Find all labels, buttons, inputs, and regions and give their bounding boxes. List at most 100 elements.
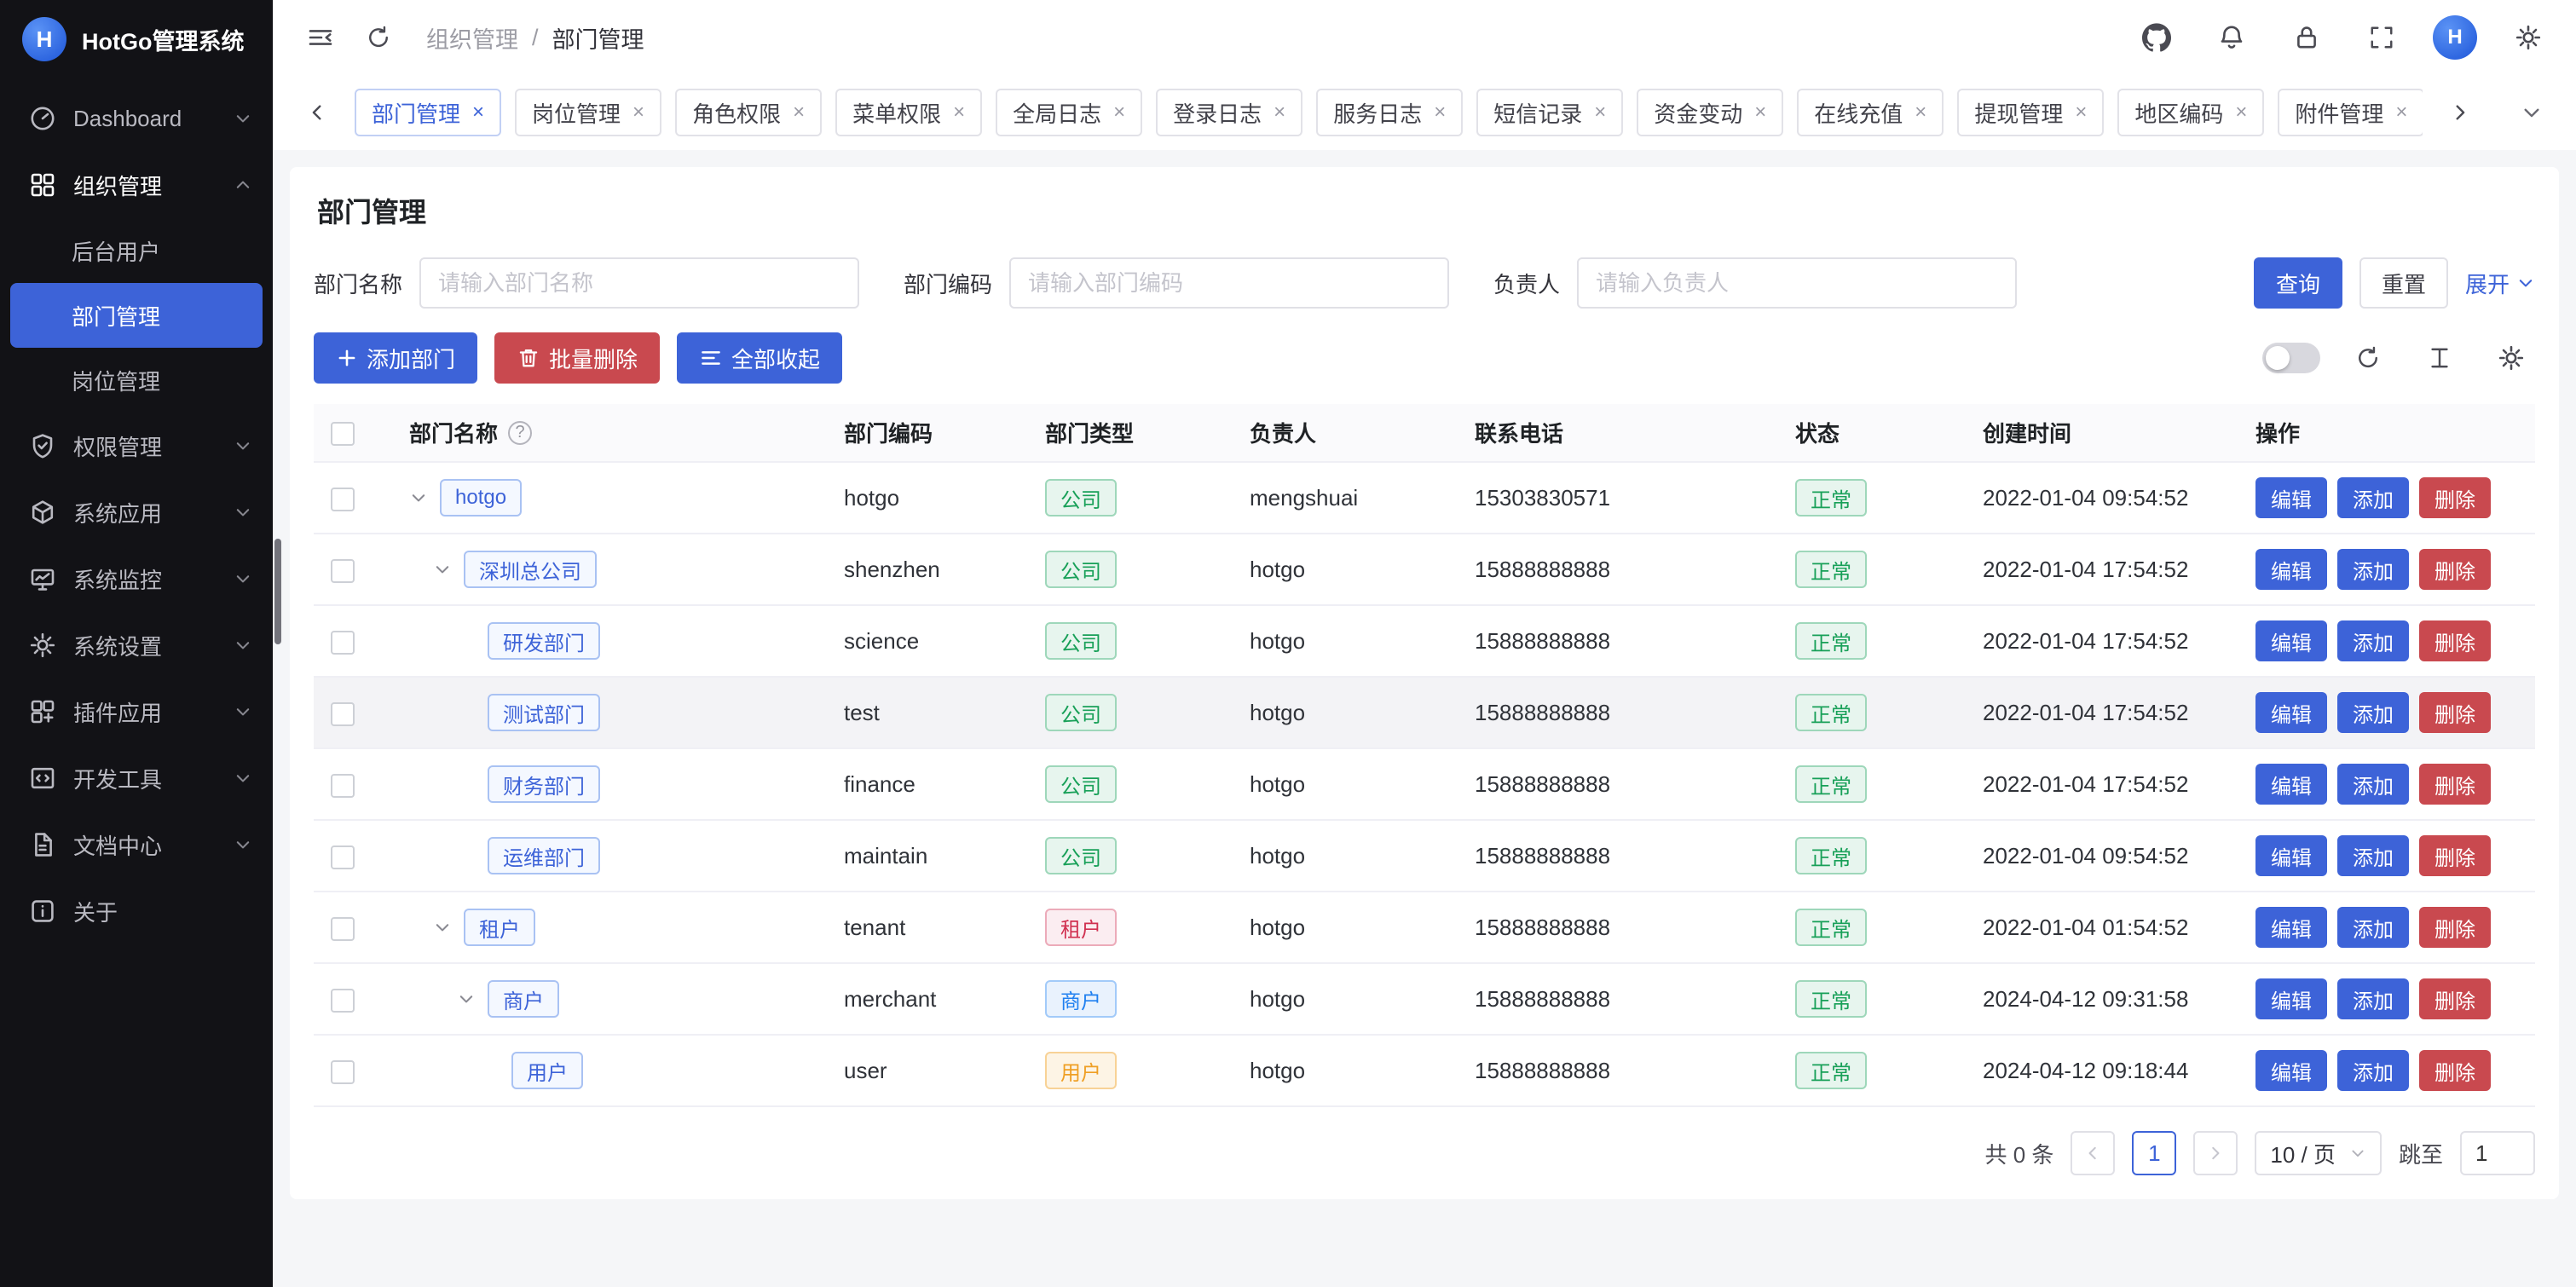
tab[interactable]: 全局日志 × [996, 89, 1142, 136]
tab[interactable]: 岗位管理 × [515, 89, 661, 136]
table-row[interactable]: 租户 tenant 租户 hotgo 15888888888 正常 2022-0… [314, 892, 2535, 963]
batch-delete-button[interactable]: 批量删除 [494, 332, 660, 384]
notification-bell-icon[interactable] [2208, 14, 2255, 61]
table-row[interactable]: hotgo hotgo 公司 mengshuai 15303830571 正常 … [314, 462, 2535, 534]
sidebar-item-backend-users[interactable]: 后台用户 [10, 218, 263, 283]
tab-close-icon[interactable]: × [1591, 101, 1609, 124]
sidebar-item-plugins[interactable]: 插件应用 [0, 678, 273, 745]
row-checkbox[interactable] [331, 774, 355, 798]
sidebar-item-post-mgmt[interactable]: 岗位管理 [10, 348, 263, 413]
search-button[interactable]: 查询 [2254, 257, 2342, 309]
tab-close-icon[interactable]: × [2392, 101, 2411, 124]
sidebar-item-dashboard[interactable]: Dashboard [0, 85, 273, 152]
tab-close-icon[interactable]: × [1751, 101, 1770, 124]
reset-button[interactable]: 重置 [2359, 257, 2448, 309]
table-row[interactable]: 深圳总公司 shenzhen 公司 hotgo 15888888888 正常 2… [314, 534, 2535, 605]
tab[interactable]: 服务日志 × [1316, 89, 1463, 136]
add-button[interactable]: 添加 [2337, 1050, 2409, 1091]
edit-button[interactable]: 编辑 [2255, 692, 2327, 733]
help-icon[interactable]: ? [508, 421, 532, 445]
expand-filters-toggle[interactable]: 展开 [2465, 268, 2535, 299]
tree-expand-icon[interactable] [409, 488, 440, 507]
edit-button[interactable]: 编辑 [2255, 907, 2327, 948]
dept-name-tag[interactable]: 测试部门 [488, 694, 600, 731]
sidebar-item-about[interactable]: 关于 [0, 878, 273, 944]
scrollbar-thumb[interactable] [274, 539, 281, 644]
row-checkbox[interactable] [331, 845, 355, 869]
github-icon[interactable] [2133, 14, 2180, 61]
table-row[interactable]: 用户 user 用户 hotgo 15888888888 正常 2024-04-… [314, 1035, 2535, 1106]
edit-button[interactable]: 编辑 [2255, 764, 2327, 805]
edit-button[interactable]: 编辑 [2255, 620, 2327, 661]
table-settings-gear-icon[interactable] [2487, 334, 2535, 382]
add-button[interactable]: 添加 [2337, 620, 2409, 661]
dept-name-tag[interactable]: 用户 [511, 1052, 583, 1089]
dept-name-tag[interactable]: 深圳总公司 [464, 551, 597, 588]
add-button[interactable]: 添加 [2337, 692, 2409, 733]
table-row[interactable]: 研发部门 science 公司 hotgo 15888888888 正常 202… [314, 605, 2535, 677]
sidebar-item-system-monitor[interactable]: 系统监控 [0, 545, 273, 612]
tab[interactable]: 部门管理 × [355, 89, 501, 136]
tab-close-icon[interactable]: × [1110, 101, 1129, 124]
delete-button[interactable]: 删除 [2419, 620, 2491, 661]
tab[interactable]: 短信记录 × [1476, 89, 1623, 136]
tab-close-icon[interactable]: × [789, 101, 808, 124]
edit-button[interactable]: 编辑 [2255, 835, 2327, 876]
page-number-button[interactable]: 1 [2132, 1131, 2176, 1175]
row-checkbox[interactable] [331, 559, 355, 583]
row-checkbox[interactable] [331, 917, 355, 941]
tab-close-icon[interactable]: × [2071, 101, 2090, 124]
edit-button[interactable]: 编辑 [2255, 477, 2327, 518]
settings-gear-icon[interactable] [2504, 14, 2552, 61]
tabs-scroll-right-button[interactable] [2436, 89, 2484, 136]
table-density-icon[interactable] [2416, 334, 2463, 382]
delete-button[interactable]: 删除 [2419, 1050, 2491, 1091]
add-button[interactable]: 添加 [2337, 477, 2409, 518]
delete-button[interactable]: 删除 [2419, 549, 2491, 590]
tab[interactable]: 地区编码 × [2117, 89, 2264, 136]
dept-name-input[interactable] [419, 257, 859, 309]
delete-button[interactable]: 删除 [2419, 692, 2491, 733]
tabs-dropdown-button[interactable] [2508, 89, 2556, 136]
sidebar-item-docs[interactable]: 文档中心 [0, 811, 273, 878]
add-department-button[interactable]: 添加部门 [314, 332, 477, 384]
delete-button[interactable]: 删除 [2419, 477, 2491, 518]
table-row[interactable]: 测试部门 test 公司 hotgo 15888888888 正常 2022-0… [314, 677, 2535, 748]
add-button[interactable]: 添加 [2337, 907, 2409, 948]
leader-input[interactable] [1577, 257, 2017, 309]
edit-button[interactable]: 编辑 [2255, 549, 2327, 590]
prev-page-button[interactable] [2071, 1131, 2115, 1175]
dept-code-input[interactable] [1009, 257, 1449, 309]
tree-expand-icon[interactable] [433, 560, 464, 579]
select-all-checkbox[interactable] [331, 422, 355, 446]
add-button[interactable]: 添加 [2337, 549, 2409, 590]
edit-button[interactable]: 编辑 [2255, 1050, 2327, 1091]
sidebar-item-system-apps[interactable]: 系统应用 [0, 479, 273, 545]
row-checkbox[interactable] [331, 631, 355, 655]
sidebar-item-permissions[interactable]: 权限管理 [0, 413, 273, 479]
tab[interactable]: 提现管理 × [1957, 89, 2104, 136]
tabs-scroll-left-button[interactable] [293, 89, 341, 136]
tree-expand-icon[interactable] [457, 990, 488, 1008]
dept-name-tag[interactable]: 运维部门 [488, 837, 600, 874]
tab-close-icon[interactable]: × [1911, 101, 1930, 124]
row-checkbox[interactable] [331, 989, 355, 1013]
avatar[interactable]: H [2433, 15, 2477, 60]
tab-close-icon[interactable]: × [1270, 101, 1289, 124]
jump-page-input[interactable] [2460, 1131, 2535, 1175]
tree-expand-icon[interactable] [433, 918, 464, 937]
row-checkbox[interactable] [331, 488, 355, 511]
dept-name-tag[interactable]: hotgo [440, 479, 522, 517]
sidebar-item-department-mgmt[interactable]: 部门管理 [10, 283, 263, 348]
tab[interactable]: 附件管理 × [2278, 89, 2423, 136]
sidebar-collapse-button[interactable] [297, 14, 344, 61]
tab-close-icon[interactable]: × [629, 101, 648, 124]
collapse-all-button[interactable]: 全部收起 [677, 332, 842, 384]
lock-screen-icon[interactable] [2283, 14, 2331, 61]
dept-name-tag[interactable]: 商户 [488, 980, 559, 1018]
dept-name-tag[interactable]: 研发部门 [488, 622, 600, 660]
add-button[interactable]: 添加 [2337, 764, 2409, 805]
breadcrumb-parent[interactable]: 组织管理 [426, 21, 518, 55]
table-row[interactable]: 运维部门 maintain 公司 hotgo 15888888888 正常 20… [314, 820, 2535, 892]
sidebar-item-system-settings[interactable]: 系统设置 [0, 612, 273, 678]
